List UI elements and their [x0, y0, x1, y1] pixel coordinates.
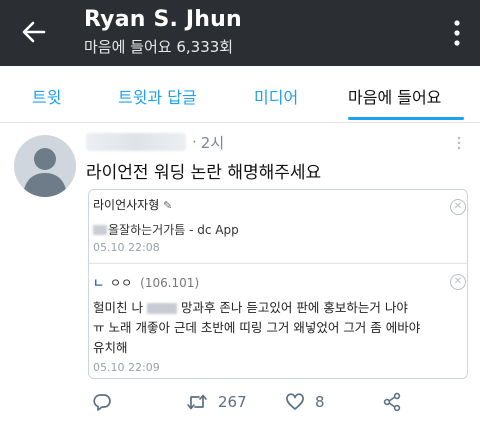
tweet-menu-icon[interactable]	[456, 136, 462, 150]
share-icon	[383, 392, 401, 412]
dc-post-header: 라이언사자형 ✎ 올잘하는거가틈 - dc App 05.10 22:08 ✕	[89, 190, 467, 262]
post-source: 올잘하는거가틈 - dc App	[93, 221, 239, 238]
reply-marker: ㄴ	[93, 276, 105, 290]
tab-likes[interactable]: 마음에 들어요	[348, 84, 441, 108]
tab-media[interactable]: 미디어	[254, 84, 298, 108]
blurred-username	[86, 133, 186, 151]
comment-line1-prefix: 헐미친 나	[93, 300, 143, 315]
retweet-icon	[187, 394, 207, 410]
pen-icon: ✎	[163, 199, 173, 212]
app-header: Ryan S. Jhun 마음에 들어요 6,333회	[0, 0, 480, 66]
heart-icon	[286, 393, 304, 410]
tab-tweets-and-replies[interactable]: 트윗과 답글	[118, 84, 197, 108]
tweet-time: 2시	[200, 133, 225, 152]
comment-header: ㄴㅇㅇ (106.101)	[93, 274, 199, 291]
profile-name: Ryan S. Jhun	[84, 7, 242, 32]
post-title-text: 라이언사자형	[93, 198, 160, 212]
blurred-text	[146, 303, 177, 314]
tweet-meta: · 2시	[86, 131, 224, 153]
retweet-count: 267	[218, 393, 247, 411]
comment-line2: ㅠ 노래 개좋아 근데 초반에 띠링 그거 왜넣었어 그거 좀 에바야	[93, 320, 421, 335]
close-circle-icon: ✕	[450, 199, 466, 215]
blurred-text	[93, 224, 107, 235]
retweet-button[interactable]: 267	[186, 392, 247, 412]
reply-icon	[93, 394, 111, 411]
tweet-image[interactable]: 라이언사자형 ✎ 올잘하는거가틈 - dc App 05.10 22:08 ✕ …	[88, 189, 468, 379]
post-date: 05.10 22:08	[93, 241, 160, 254]
comment-line3: 유치해	[93, 340, 128, 355]
profile-tabs: 트윗 트윗과 답글 미디어 마음에 들어요	[0, 66, 480, 123]
share-button[interactable]	[382, 392, 402, 412]
close-circle-icon: ✕	[450, 274, 466, 290]
tab-tweets[interactable]: 트윗	[32, 84, 61, 108]
like-button[interactable]: 8	[285, 392, 325, 412]
reply-button[interactable]	[92, 392, 112, 412]
back-arrow-icon[interactable]	[20, 18, 48, 46]
meta-separator: ·	[192, 133, 197, 151]
post-source-text: 올잘하는거가틈 - dc App	[108, 223, 239, 237]
comment-body: 헐미친 나 망과후 존나 듣고있어 판에 홍보하는거 나야 ㅠ 노래 개좋아 근…	[93, 298, 461, 358]
dc-comment: ㄴㅇㅇ (106.101) ✕ 헐미친 나 망과후 존나 듣고있어 판에 홍보하는…	[89, 263, 467, 378]
avatar[interactable]	[14, 135, 76, 197]
comment-date: 05.10 22:09	[93, 361, 160, 374]
likes-count: 마음에 들어요 6,333회	[84, 38, 234, 56]
more-options-icon[interactable]	[454, 20, 460, 46]
active-tab-indicator	[348, 117, 464, 120]
like-count: 8	[315, 393, 325, 411]
tweet-text: 라이언전 워딩 논란 해명해주세요	[86, 163, 322, 183]
default-avatar-icon	[23, 148, 67, 197]
comment-line1-suffix: 망과후 존나 듣고있어 판에 홍보하는거 나야	[180, 300, 408, 315]
post-title: 라이언사자형 ✎	[93, 196, 172, 213]
comment-ip: (106.101)	[140, 276, 200, 290]
comment-nickname: ㅇㅇ	[110, 276, 133, 290]
tweet-actions: 267 8	[0, 386, 480, 418]
